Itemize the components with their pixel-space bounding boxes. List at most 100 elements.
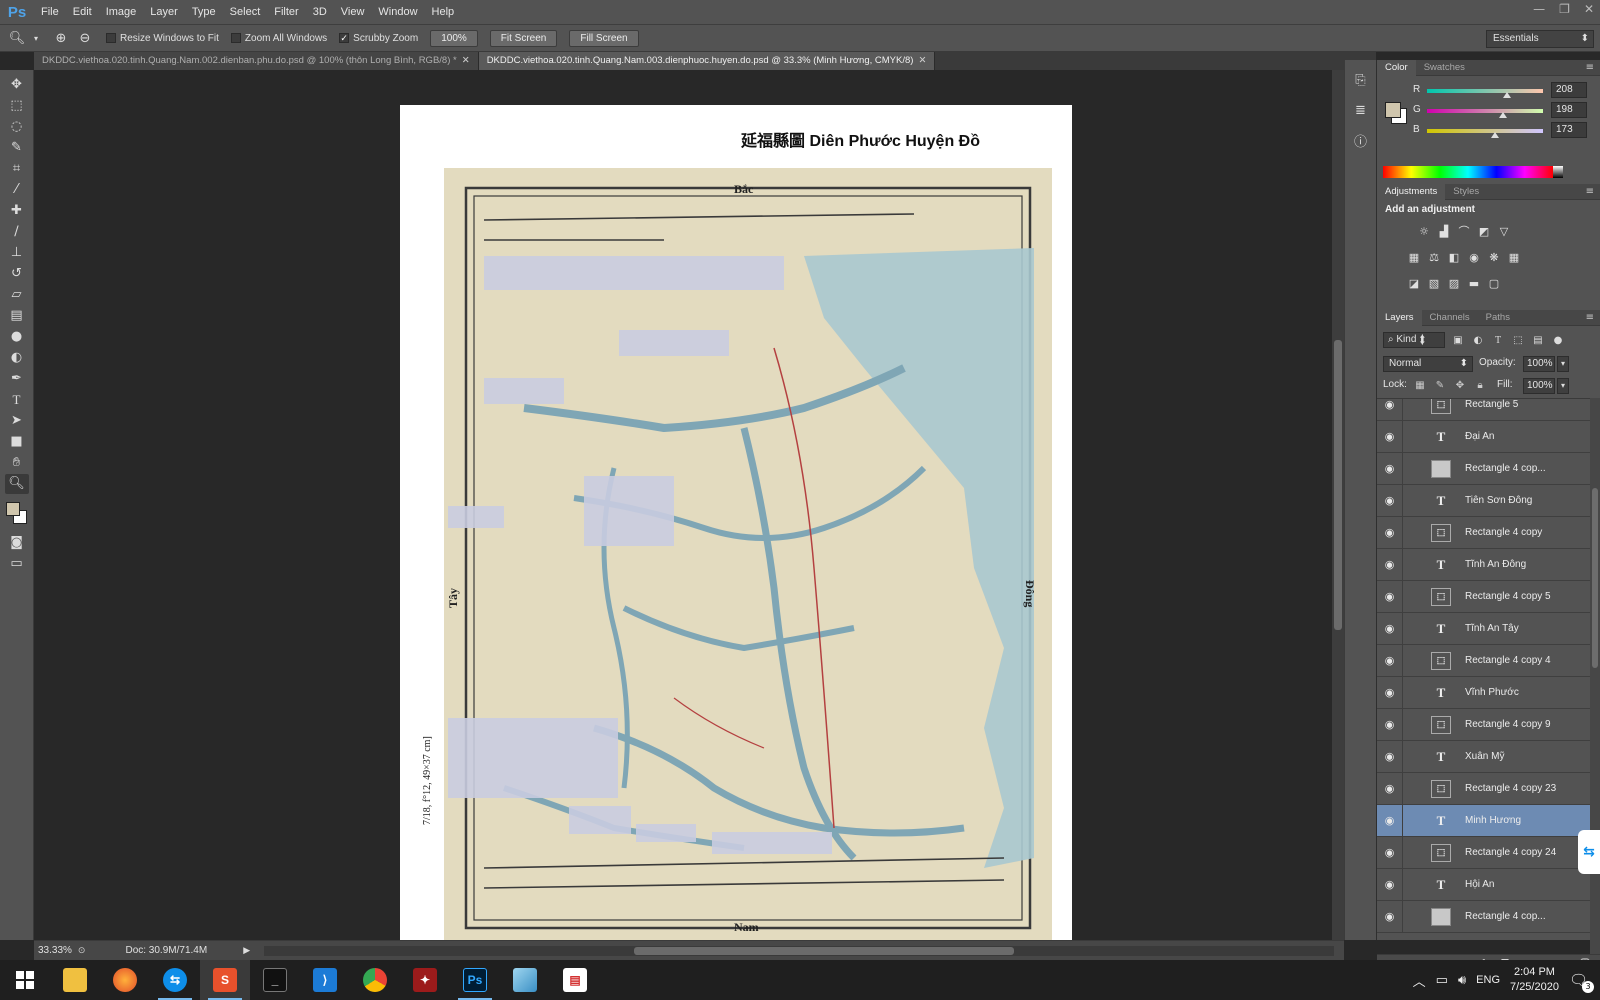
eye-icon[interactable]: ◉ (1377, 676, 1403, 709)
layer-list[interactable]: ◉ ⬚ Rectangle 5 ◉ T Đại An ◉ Rectangle 4 cop...… (1377, 398, 1600, 954)
menu-file[interactable]: File (34, 0, 66, 24)
exposure-icon[interactable]: ◩ (1477, 224, 1491, 238)
zoom-level[interactable]: 33.33% (38, 945, 72, 956)
color-balance-icon[interactable]: ⚖ (1427, 250, 1441, 264)
zoom-in-icon[interactable]: ⊕ (52, 29, 70, 47)
notification-center-icon[interactable]: 🗨︎ 3 (1569, 971, 1594, 993)
resize-windows-checkbox[interactable]: Resize Windows to Fit (106, 33, 219, 44)
quick-mask-icon[interactable]: ◙ (5, 533, 29, 553)
tab-swatches[interactable]: Swatches (1416, 60, 1473, 76)
hand-tool-icon[interactable]: ✋︎ (5, 453, 29, 473)
layer-row[interactable]: ◉ ⬚ Rectangle 4 copy 23 (1377, 772, 1600, 805)
pixel-filter-icon[interactable]: ▣ (1451, 333, 1465, 347)
zoom-all-windows-checkbox[interactable]: Zoom All Windows (230, 33, 327, 44)
tab-paths[interactable]: Paths (1478, 310, 1518, 326)
taskbar-terminal[interactable]: _ (250, 960, 300, 1000)
black-white-icon[interactable]: ◧ (1447, 250, 1461, 264)
chevron-up-icon[interactable]: ︿ (1413, 971, 1426, 990)
foreground-color-swatch[interactable] (5, 502, 20, 516)
red-slider-track[interactable] (1427, 89, 1543, 93)
taskbar-red-app[interactable]: ✦ (400, 960, 450, 1000)
layer-row[interactable]: ◉ T Xuân Mỹ (1377, 740, 1600, 773)
taskbar-photoshop[interactable]: Ps (450, 960, 500, 1000)
checkbox-box-checked[interactable]: ✓ (339, 33, 350, 43)
invert-icon[interactable]: ◪ (1407, 276, 1421, 290)
marquee-tool-icon[interactable]: ⬚ (5, 96, 29, 116)
fill-input[interactable]: 100% (1523, 378, 1555, 394)
layer-row[interactable]: ◉ Rectangle 4 cop... (1377, 452, 1600, 485)
canvas-area[interactable]: 延福縣圖 Diên Phước Huyện Đồ 7/18, f°12, 49×… (34, 70, 1332, 940)
tab-channels[interactable]: Channels (1422, 310, 1478, 326)
brightness-icon[interactable]: ☼ (1417, 224, 1431, 238)
menu-edit[interactable]: Edit (66, 0, 99, 24)
opacity-slider-arrow[interactable]: ▾ (1557, 356, 1569, 372)
tab-color[interactable]: Color (1377, 59, 1416, 76)
input-language[interactable]: ENG (1476, 974, 1500, 986)
selective-color-icon[interactable]: ▢ (1487, 276, 1501, 290)
layer-row[interactable]: ◉ ⬚ Rectangle 4 copy 24 (1377, 836, 1600, 869)
layer-row[interactable]: ◉ T Tiên Sơn Đông (1377, 484, 1600, 517)
checkbox-box[interactable] (230, 33, 241, 43)
tab-layers[interactable]: Layers (1377, 309, 1422, 326)
eyedropper-tool-icon[interactable]: ⁄ (5, 180, 29, 200)
eye-icon[interactable]: ◉ (1377, 836, 1403, 869)
path-select-tool-icon[interactable]: ➤ (5, 411, 29, 431)
scrollbar-thumb[interactable] (634, 947, 1014, 955)
blue-slider-knob[interactable] (1491, 132, 1499, 138)
healing-brush-tool-icon[interactable]: ✚ (5, 201, 29, 221)
type-filter-icon[interactable]: T (1491, 333, 1505, 347)
layer-row[interactable]: ◉ T Đại An (1377, 420, 1600, 453)
layer-row[interactable]: ◉ T Vĩnh Phước (1377, 676, 1600, 709)
panel-menu-icon[interactable]: ≡ (1586, 184, 1594, 200)
rectangle-tool-icon[interactable]: ■ (5, 432, 29, 452)
layer-filter-kind-select[interactable]: ⌕ Kind ⬍ (1383, 332, 1445, 348)
layer-row[interactable]: ◉ ⬚ Rectangle 4 copy (1377, 516, 1600, 549)
color-swatches[interactable] (3, 500, 31, 532)
red-value-input[interactable]: 208 (1551, 82, 1587, 98)
taskbar-blue-app[interactable] (500, 960, 550, 1000)
menu-help[interactable]: Help (425, 0, 462, 24)
properties-panel-icon[interactable]: ≣ (1351, 100, 1371, 120)
vibrance-icon[interactable]: ▽ (1497, 224, 1511, 238)
levels-icon[interactable]: ▟ (1437, 224, 1451, 238)
gradient-tool-icon[interactable]: ▤ (5, 306, 29, 326)
network-icon[interactable]: ▭ (1436, 973, 1448, 988)
lock-transparent-icon[interactable]: ▦ (1413, 378, 1427, 392)
layer-row[interactable]: ◉ T Hội An (1377, 868, 1600, 901)
brush-tool-icon[interactable]: ∕ (5, 222, 29, 242)
taskbar-chrome[interactable] (350, 960, 400, 1000)
canvas-vertical-scrollbar[interactable] (1332, 70, 1344, 940)
layer-row[interactable]: ◉ Rectangle 4 cop... (1377, 900, 1600, 933)
eye-icon[interactable]: ◉ (1377, 452, 1403, 485)
close-window-button[interactable]: ✕ (1584, 2, 1594, 16)
menu-image[interactable]: Image (99, 0, 144, 24)
history-panel-icon[interactable]: ⎘ (1351, 70, 1371, 90)
teamviewer-side-tab[interactable]: ⇆ (1578, 830, 1600, 874)
taskbar-file-explorer[interactable] (50, 960, 100, 1000)
adjustment-filter-icon[interactable]: ◐ (1471, 333, 1485, 347)
menu-type[interactable]: Type (185, 0, 223, 24)
layer-row[interactable]: ◉ ⬚ Rectangle 4 copy 9 (1377, 708, 1600, 741)
start-button[interactable] (0, 960, 50, 1000)
fill-screen-button[interactable]: Fill Screen (569, 29, 639, 47)
screen-mode-icon[interactable]: ▭ (5, 554, 29, 574)
taskbar-vscode[interactable]: ⟩ (300, 960, 350, 1000)
green-slider-knob[interactable] (1499, 112, 1507, 118)
layer-row[interactable]: ◉ ⬚ Rectangle 4 copy 5 (1377, 580, 1600, 613)
fit-screen-button[interactable]: Fit Screen (489, 29, 558, 47)
chevron-down-icon[interactable]: ▾ (32, 29, 40, 47)
taskbar-s-app[interactable]: S (200, 960, 250, 1000)
shape-filter-icon[interactable]: ⬚ (1511, 333, 1525, 347)
tab-adjustments[interactable]: Adjustments (1377, 183, 1446, 200)
smart-object-filter-icon[interactable]: ▤ (1531, 333, 1545, 347)
eraser-tool-icon[interactable]: ▱ (5, 285, 29, 305)
taskbar-teamviewer[interactable]: ⇆ (150, 960, 200, 1000)
eye-icon[interactable]: ◉ (1377, 644, 1403, 677)
clock[interactable]: 2:04 PM 7/25/2020 (1510, 965, 1559, 995)
status-menu-arrow-icon[interactable]: ▶ (243, 946, 250, 956)
curves-icon[interactable]: ⌒ (1457, 224, 1471, 238)
eye-icon[interactable]: ◉ (1377, 612, 1403, 645)
tab-dienphuoc-huyen-do[interactable]: DKDDC.viethoa.020.tinh.Quang.Nam.003.die… (478, 52, 936, 70)
black-white-ramp[interactable] (1553, 166, 1563, 178)
lock-all-icon[interactable]: 🔒︎ (1473, 378, 1487, 392)
